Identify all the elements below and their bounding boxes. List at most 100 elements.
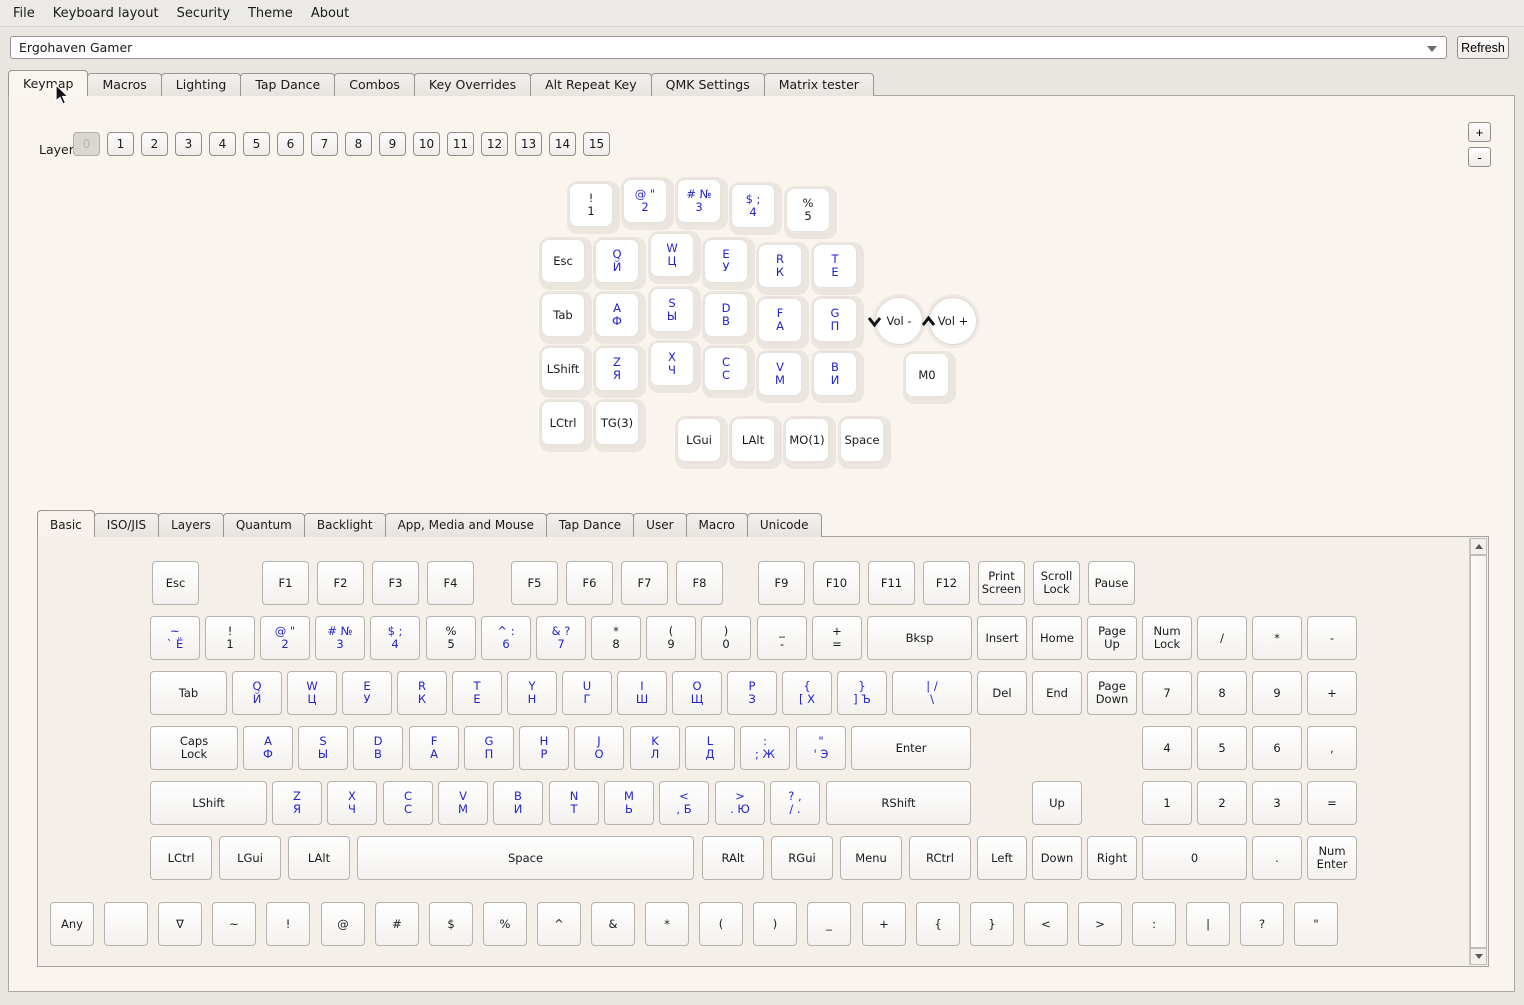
key-d[interactable]: DВ — [353, 726, 403, 770]
key-2[interactable]: 2 — [1197, 781, 1247, 825]
key-lalt[interactable]: LAlt — [288, 836, 350, 880]
key-f3[interactable]: F3 — [372, 561, 419, 605]
key-symbol[interactable]: | /\ — [892, 671, 972, 715]
key-3[interactable]: # №3 — [677, 179, 721, 223]
key-symbol[interactable]: / — [1197, 616, 1247, 660]
key-symbol[interactable]: ? ,/ . — [770, 781, 820, 825]
key-3[interactable]: # №3 — [315, 616, 365, 660]
key-f6[interactable]: F6 — [566, 561, 613, 605]
tab-matrix-tester[interactable]: Matrix tester — [764, 73, 874, 96]
key-symbol[interactable]: * — [645, 902, 689, 946]
key-symbol[interactable] — [104, 902, 148, 946]
tab-keymap[interactable]: Keymap — [8, 70, 88, 96]
key-symbol[interactable]: _- — [757, 616, 807, 660]
key-1[interactable]: !1 — [569, 183, 613, 227]
keyboard-select[interactable]: Ergohaven Gamer — [10, 36, 1447, 59]
key-symbol[interactable]: * — [1252, 616, 1302, 660]
layer-button-5[interactable]: 5 — [243, 132, 270, 156]
key-f5[interactable]: F5 — [511, 561, 558, 605]
picker-tab-backlight[interactable]: Backlight — [304, 513, 386, 537]
key-7[interactable]: & ?7 — [536, 616, 586, 660]
key-a[interactable]: AФ — [595, 293, 639, 337]
menu-item-security[interactable]: Security — [168, 2, 239, 25]
key-print-screen[interactable]: PrintScreen — [978, 561, 1025, 605]
scrollbar-thumb[interactable] — [1470, 555, 1487, 948]
key-symbol[interactable]: | — [1186, 902, 1230, 946]
key-symbol[interactable]: " — [1294, 902, 1338, 946]
key-p[interactable]: PЗ — [727, 671, 777, 715]
picker-tab-basic[interactable]: Basic — [37, 510, 95, 537]
key-symbol[interactable]: , — [1307, 726, 1357, 770]
key-bksp[interactable]: Bksp — [867, 616, 972, 660]
key-k[interactable]: KЛ — [630, 726, 680, 770]
key-4[interactable]: 4 — [1142, 726, 1192, 770]
key-tab[interactable]: Tab — [150, 671, 227, 715]
key-w[interactable]: WЦ — [650, 233, 694, 277]
key-symbol[interactable]: $ — [429, 902, 473, 946]
key-c[interactable]: CС — [383, 781, 433, 825]
layer-button-10[interactable]: 10 — [413, 132, 440, 156]
key-4[interactable]: $ ;4 — [370, 616, 420, 660]
key-symbol[interactable]: _ — [807, 902, 851, 946]
key-symbol[interactable]: @ — [321, 902, 365, 946]
zoom-in-button[interactable]: + — [1468, 122, 1491, 142]
key-u[interactable]: UГ — [562, 671, 612, 715]
key-home[interactable]: Home — [1032, 616, 1082, 660]
key-b[interactable]: BИ — [813, 352, 857, 396]
key-lctrl[interactable]: LCtrl — [150, 836, 212, 880]
layer-button-1[interactable]: 1 — [107, 132, 134, 156]
key-f4[interactable]: F4 — [427, 561, 474, 605]
key-symbol[interactable]: + — [1307, 671, 1357, 715]
key-z[interactable]: ZЯ — [272, 781, 322, 825]
key-symbol[interactable]: } — [970, 902, 1014, 946]
tab-combos[interactable]: Combos — [334, 73, 415, 96]
key-v[interactable]: VМ — [438, 781, 488, 825]
key-rshift[interactable]: RShift — [826, 781, 971, 825]
tab-key-overrides[interactable]: Key Overrides — [414, 73, 531, 96]
key-symbol[interactable]: ~` Ё — [150, 616, 200, 660]
key-a[interactable]: AФ — [243, 726, 293, 770]
encoder-vol[interactable]: Vol + — [929, 297, 977, 345]
key-6[interactable]: 6 — [1252, 726, 1302, 770]
key-symbol[interactable]: % — [483, 902, 527, 946]
key-symbol[interactable]: ∇ — [158, 902, 202, 946]
key-symbol[interactable]: # — [375, 902, 419, 946]
key-mo-1[interactable]: MO(1) — [785, 418, 829, 462]
key-t[interactable]: TЕ — [452, 671, 502, 715]
key-9[interactable]: (9 — [646, 616, 696, 660]
layer-button-9[interactable]: 9 — [379, 132, 406, 156]
key-z[interactable]: ZЯ — [595, 347, 639, 391]
key-rctrl[interactable]: RCtrl — [909, 836, 971, 880]
menu-item-about[interactable]: About — [302, 2, 358, 25]
key-f9[interactable]: F9 — [758, 561, 805, 605]
key-f10[interactable]: F10 — [813, 561, 860, 605]
key-w[interactable]: WЦ — [287, 671, 337, 715]
key-f1[interactable]: F1 — [262, 561, 309, 605]
picker-tab-user[interactable]: User — [633, 513, 686, 537]
layer-button-15[interactable]: 15 — [583, 132, 610, 156]
key-up[interactable]: Up — [1032, 781, 1082, 825]
key-r[interactable]: RК — [758, 244, 802, 288]
key-e[interactable]: EУ — [704, 239, 748, 283]
key-symbol[interactable]: ^ — [537, 902, 581, 946]
key-left[interactable]: Left — [977, 836, 1027, 880]
tab-lighting[interactable]: Lighting — [161, 73, 242, 96]
key-symbol[interactable]: ) — [753, 902, 797, 946]
key-symbol[interactable]: >. Ю — [715, 781, 765, 825]
key-symbol[interactable]: = — [1307, 781, 1357, 825]
key-0[interactable]: 0 — [1142, 836, 1247, 880]
key-e[interactable]: EУ — [342, 671, 392, 715]
key-8[interactable]: 8 — [1197, 671, 1247, 715]
key-lgui[interactable]: LGui — [677, 418, 721, 462]
key-caps-lock[interactable]: CapsLock — [150, 726, 238, 770]
key-menu[interactable]: Menu — [840, 836, 902, 880]
layer-button-12[interactable]: 12 — [481, 132, 508, 156]
key-4[interactable]: $ ;4 — [731, 184, 775, 228]
key-lgui[interactable]: LGui — [219, 836, 281, 880]
key-symbol[interactable]: : — [1132, 902, 1176, 946]
picker-tab-unicode[interactable]: Unicode — [747, 513, 822, 537]
key-9[interactable]: 9 — [1252, 671, 1302, 715]
menu-item-theme[interactable]: Theme — [239, 2, 302, 25]
layer-button-0[interactable]: 0 — [73, 132, 100, 156]
key-f7[interactable]: F7 — [621, 561, 668, 605]
